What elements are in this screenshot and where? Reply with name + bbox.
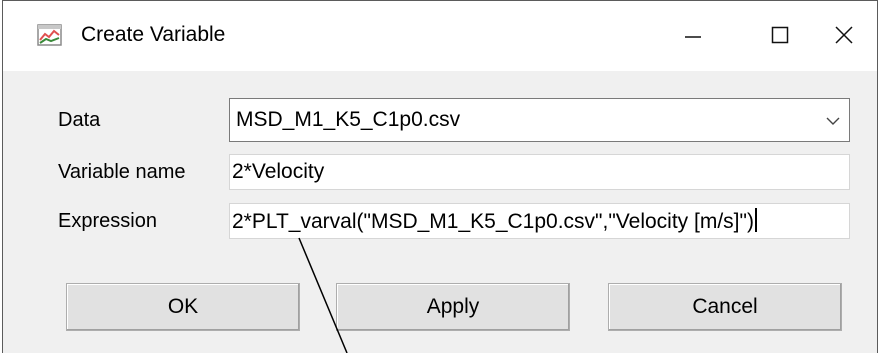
data-label: Data (58, 109, 101, 131)
cancel-button[interactable]: Cancel (608, 283, 842, 331)
data-selected-value: MSD_M1_K5_C1p0.csv (236, 108, 461, 131)
ok-button[interactable]: OK (66, 283, 300, 331)
close-button[interactable] (809, 1, 879, 69)
close-icon (835, 26, 853, 44)
chevron-down-icon[interactable] (823, 111, 843, 131)
expression-field[interactable]: 2*PLT_varval("MSD_M1_K5_C1p0.csv","Veloc… (229, 203, 850, 239)
text-caret (754, 208, 757, 232)
apply-button[interactable]: Apply (336, 283, 570, 331)
expression-value-wrap: 2*PLT_varval("MSD_M1_K5_C1p0.csv","Veloc… (232, 208, 757, 235)
data-combobox[interactable]: MSD_M1_K5_C1p0.csv (229, 98, 850, 142)
variable-name-value: 2*Velocity (232, 160, 325, 183)
window-title: Create Variable (81, 23, 226, 46)
app-icon (37, 24, 62, 46)
expression-label: Expression (58, 210, 157, 232)
screenshot-stage: Create Variable Data MSD_M1_K5_C1p0.csv … (0, 0, 879, 353)
title-bar[interactable]: Create Variable (3, 1, 877, 71)
maximize-icon (771, 26, 789, 44)
minimize-icon (685, 36, 701, 38)
variable-name-field[interactable]: 2*Velocity (229, 154, 850, 190)
create-variable-dialog: Create Variable Data MSD_M1_K5_C1p0.csv … (2, 0, 878, 353)
variable-name-label: Variable name (58, 161, 186, 183)
expression-value: 2*PLT_varval("MSD_M1_K5_C1p0.csv","Veloc… (232, 210, 754, 233)
minimize-button[interactable] (653, 1, 733, 69)
maximize-button[interactable] (740, 1, 820, 69)
